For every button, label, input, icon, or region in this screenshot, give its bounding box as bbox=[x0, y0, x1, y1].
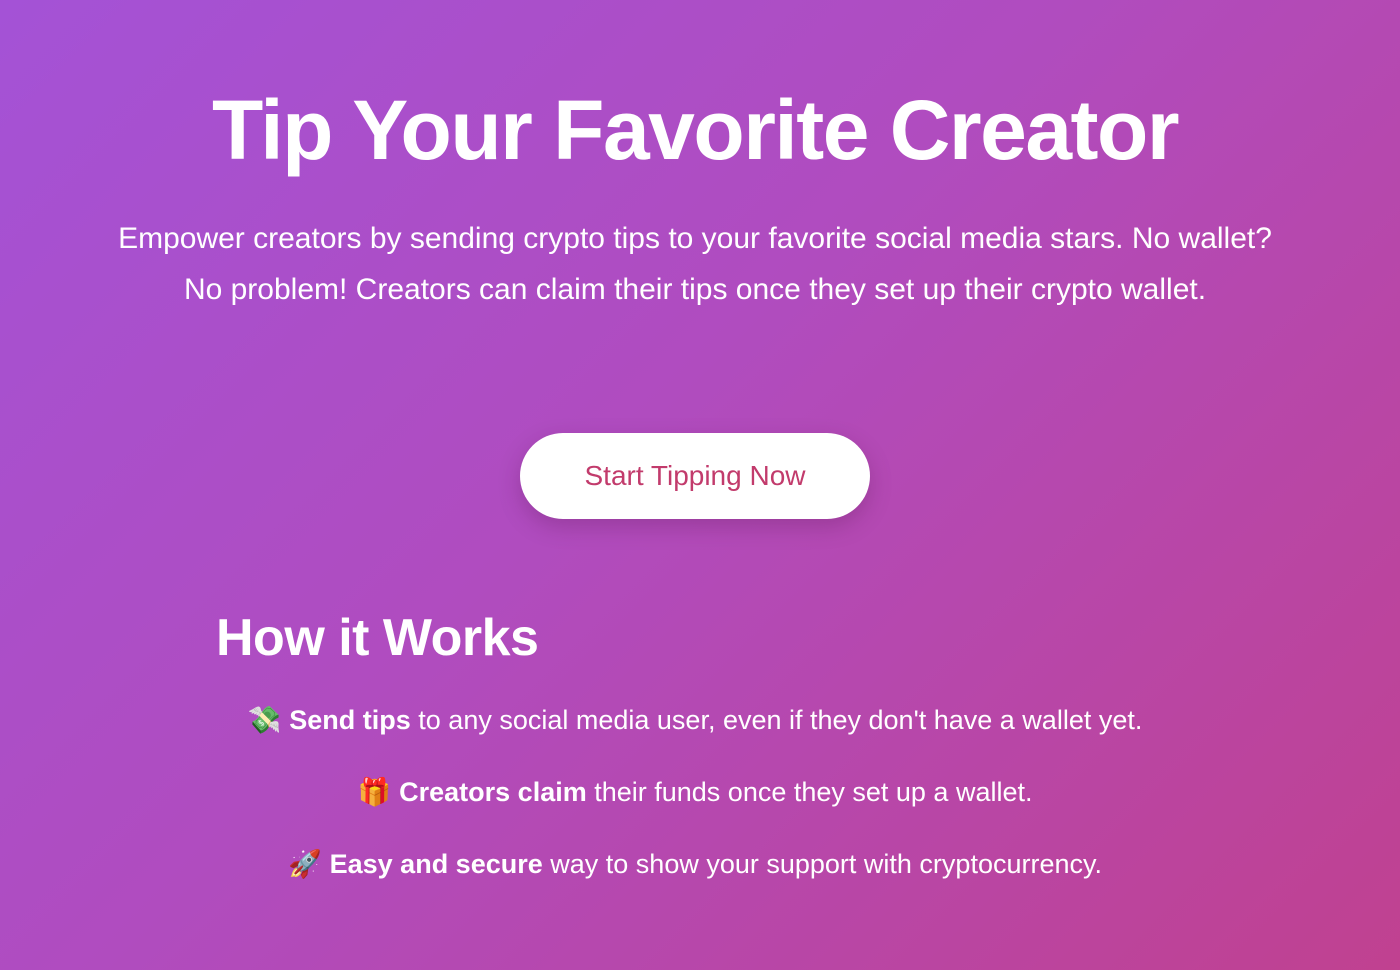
gift-icon: 🎁 bbox=[357, 777, 392, 808]
start-tipping-button[interactable]: Start Tipping Now bbox=[520, 433, 870, 519]
step-bold-label: Easy and secure bbox=[329, 849, 543, 879]
step-text: their funds once they set up a wallet. bbox=[586, 777, 1033, 807]
step-text: way to show your support with cryptocurr… bbox=[542, 849, 1102, 879]
rocket-icon: 🚀 bbox=[288, 849, 322, 880]
step-bold-label: Send tips bbox=[289, 705, 411, 735]
page-title: Tip Your Favorite Creator bbox=[211, 83, 1180, 177]
how-it-works-step: 💸 Send tips to any social media user, eve… bbox=[0, 702, 1390, 739]
how-it-works-step: 🎁 Creators claim their funds once they se… bbox=[0, 774, 1390, 811]
hero-description: Empower creators by sending crypto tips … bbox=[118, 222, 1272, 306]
step-text: to any social media user, even if they d… bbox=[410, 705, 1143, 735]
money-with-wings-icon: 💸 bbox=[247, 705, 282, 736]
how-it-works-step: 🚀 Easy and secure way to show your suppor… bbox=[0, 846, 1390, 883]
how-it-works-title: How it Works bbox=[216, 609, 539, 667]
step-bold-label: Creators claim bbox=[399, 777, 587, 807]
